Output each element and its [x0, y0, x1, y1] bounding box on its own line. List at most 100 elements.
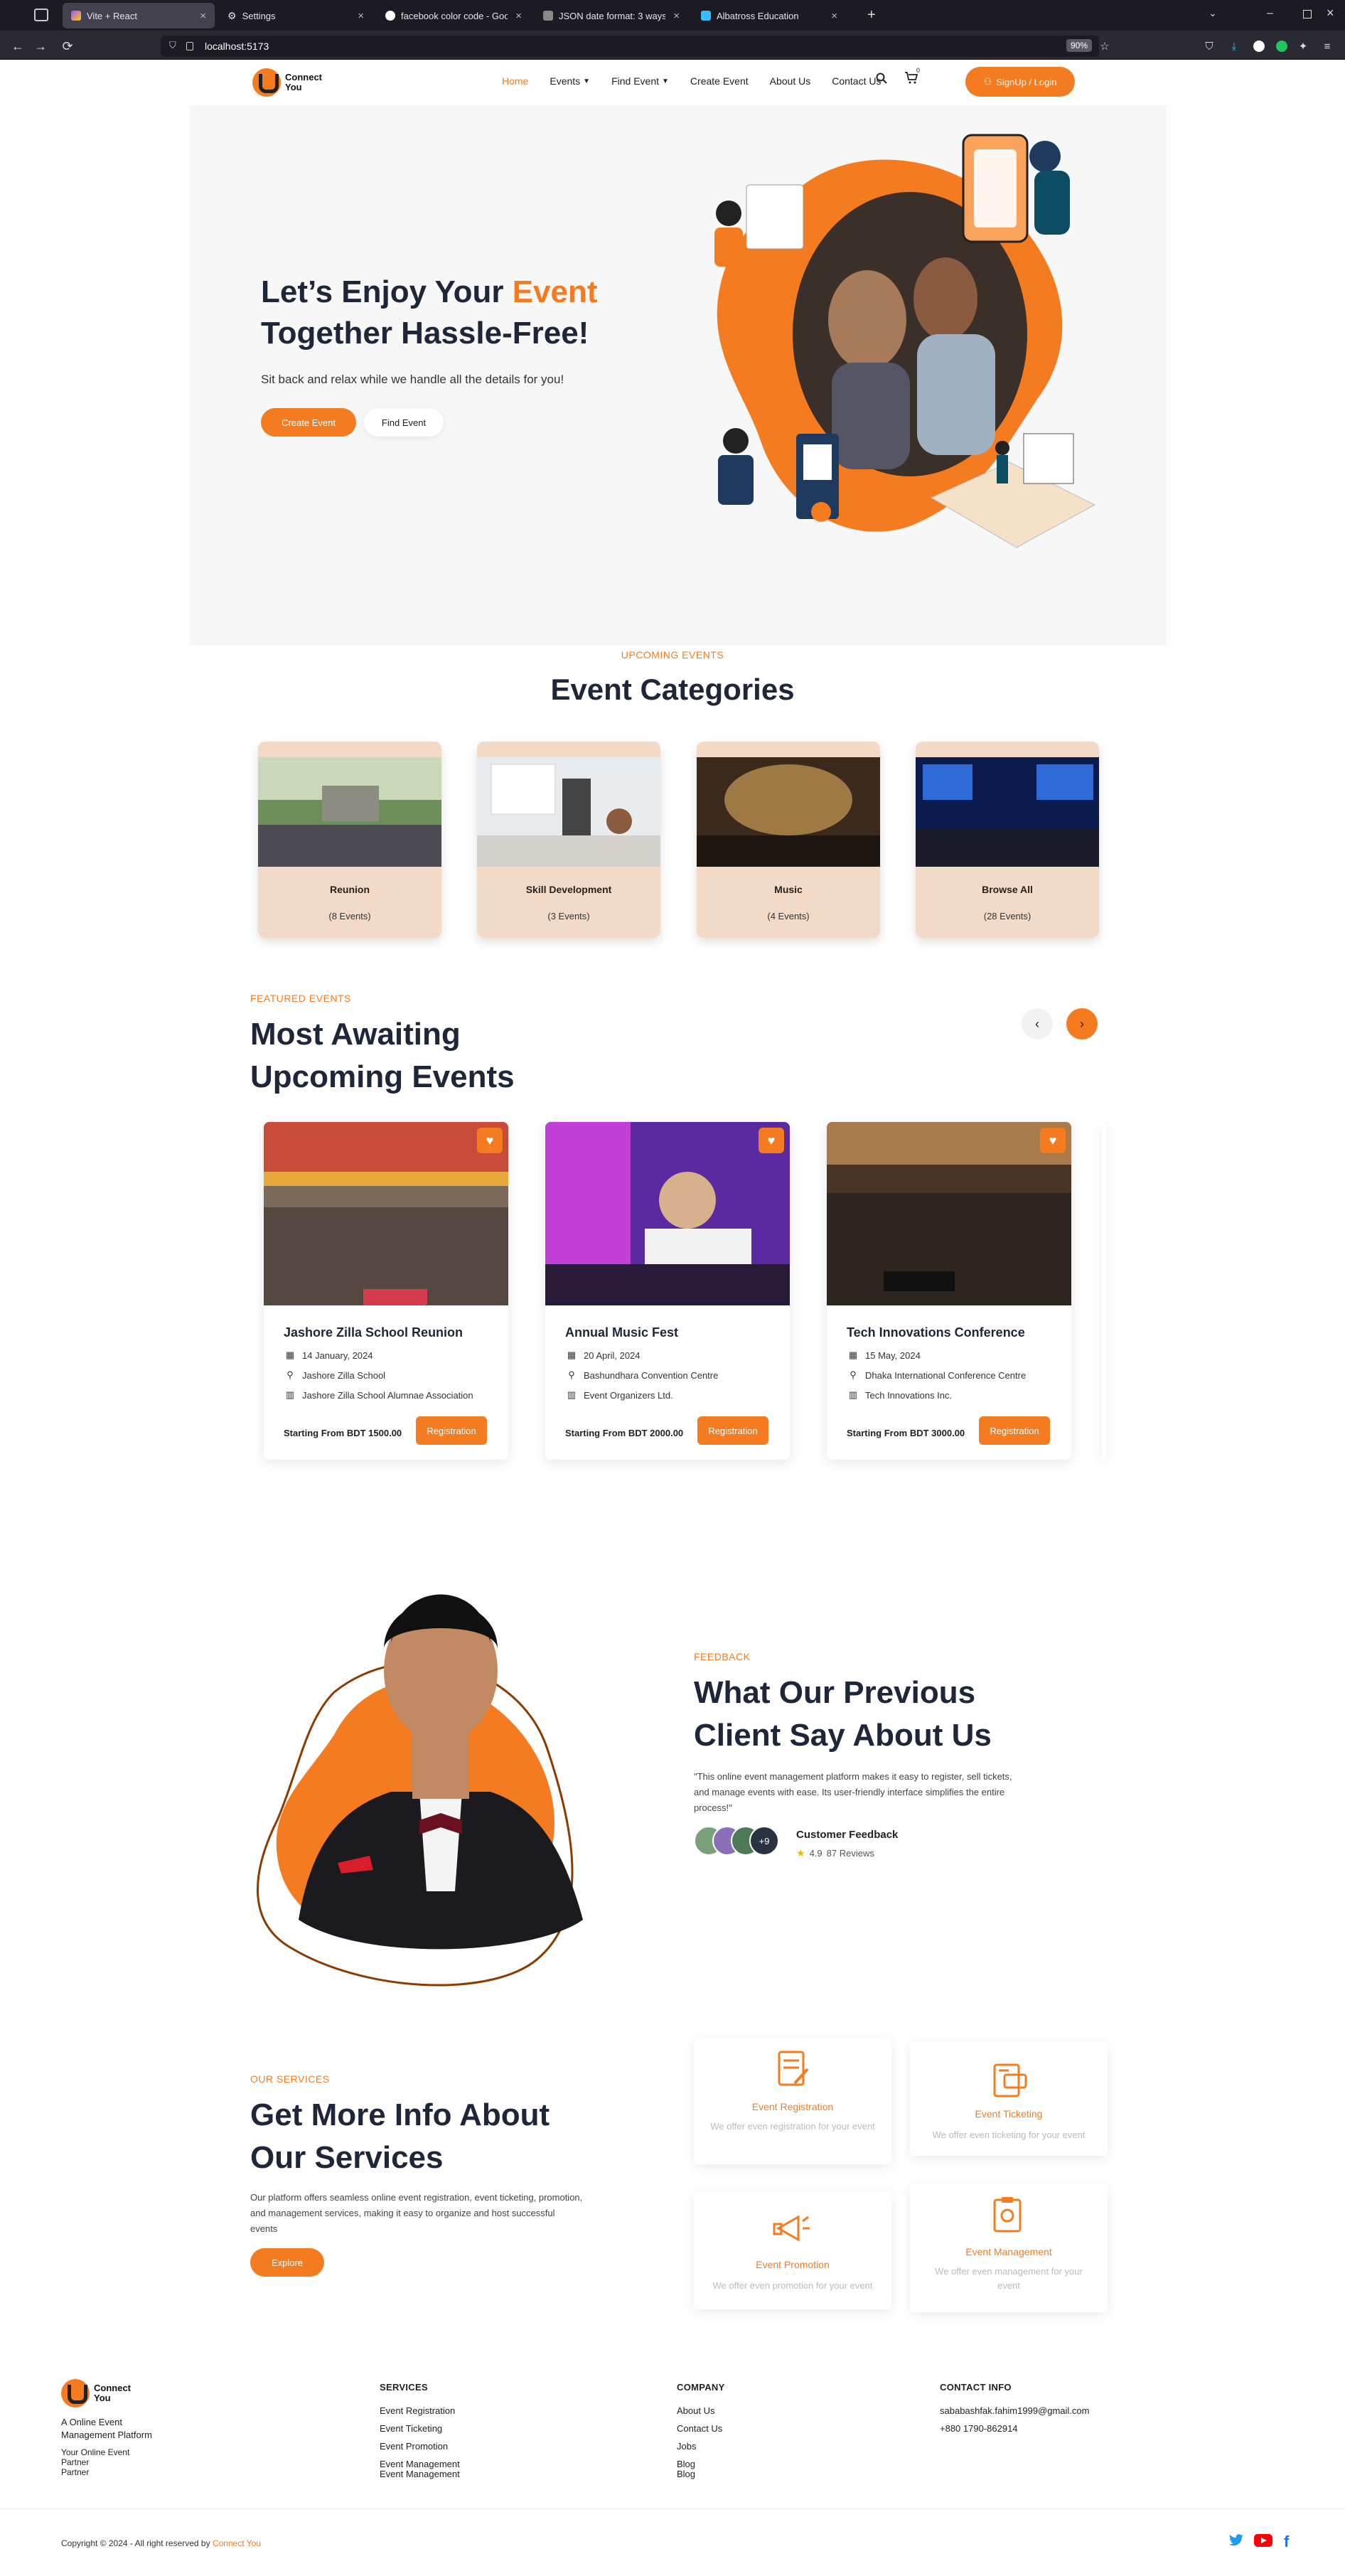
youtube-icon[interactable] — [1254, 2534, 1272, 2548]
footer-link[interactable]: Event Registration — [380, 2402, 460, 2420]
footer-link[interactable]: Jobs — [677, 2437, 722, 2455]
footer-link[interactable]: Contact Us — [677, 2420, 722, 2437]
albatross-icon — [701, 11, 711, 21]
event-date: ▦ 14 January, 2024 — [285, 1350, 373, 1361]
zoom-level[interactable]: 90% — [1066, 39, 1093, 52]
nav-home[interactable]: Home — [502, 75, 528, 87]
tab-list-icon[interactable] — [34, 9, 48, 21]
building-icon: ▥ — [848, 1389, 858, 1400]
category-card-music[interactable]: Music (4 Events) — [697, 742, 880, 938]
facebook-icon[interactable]: f — [1284, 2533, 1289, 2551]
footer-link[interactable]: Blog — [677, 2459, 722, 2469]
category-card-reunion[interactable]: Reunion (8 Events) — [258, 742, 441, 938]
address-bar[interactable]: ⛉ localhost:5173 — [161, 36, 1099, 57]
search-icon[interactable] — [876, 73, 887, 84]
url-text: localhost:5173 — [205, 41, 269, 52]
close-icon[interactable]: × — [200, 10, 206, 22]
forward-icon[interactable]: → — [31, 37, 50, 55]
close-icon[interactable]: × — [515, 10, 522, 22]
nav-events[interactable]: Events ▼ — [550, 75, 590, 87]
find-event-button[interactable]: Find Event — [364, 408, 444, 437]
footer-link[interactable]: Your Online Event — [61, 2447, 129, 2457]
close-icon[interactable]: × — [831, 10, 837, 22]
footer-email[interactable]: sababashfak.fahim1999@gmail.com — [940, 2402, 1089, 2420]
reload-icon[interactable]: ⟳ — [58, 37, 77, 55]
footer-left-links: Your Online Event Partner Partner — [61, 2447, 129, 2477]
footer-link[interactable]: Partner — [61, 2467, 129, 2477]
nav-contact-us[interactable]: Contact Us — [832, 75, 881, 87]
service-card-management[interactable]: Event Management We offer even managemen… — [910, 2184, 1108, 2312]
heart-icon[interactable]: ♥ — [1040, 1128, 1066, 1153]
footer-link[interactable]: About Us — [677, 2402, 722, 2420]
close-icon[interactable]: × — [358, 10, 364, 22]
service-title: Event Management — [965, 2246, 1052, 2257]
category-card-skill-development[interactable]: Skill Development (3 Events) — [477, 742, 660, 938]
nav-find-event[interactable]: Find Event ▼ — [611, 75, 669, 87]
registration-button[interactable]: Registration — [697, 1416, 768, 1445]
footer-link[interactable]: Partner — [61, 2457, 129, 2467]
service-card-promotion[interactable]: Event Promotion We offer even promotion … — [694, 2191, 891, 2309]
close-icon[interactable]: × — [673, 10, 680, 22]
footer-link[interactable]: Event Management — [380, 2469, 460, 2479]
tab-google[interactable]: facebook color code - Google S × — [377, 3, 530, 28]
bookmark-star-icon[interactable]: ☆ — [1097, 38, 1113, 54]
site-logo[interactable]: Connect You — [252, 68, 322, 97]
tab-json-date[interactable]: JSON date format: 3 ways to wo × — [535, 3, 688, 28]
event-location-text: Bashundhara Convention Centre — [584, 1369, 719, 1381]
registration-button[interactable]: Registration — [979, 1416, 1050, 1445]
carousel-next-button[interactable]: › — [1066, 1008, 1098, 1040]
back-icon[interactable]: ← — [9, 37, 27, 55]
nav-create-event[interactable]: Create Event — [690, 75, 749, 87]
nav-about-us[interactable]: About Us — [770, 75, 811, 87]
explore-button[interactable]: Explore — [250, 2248, 324, 2277]
category-card-browse-all[interactable]: Browse All (28 Events) — [916, 742, 1099, 938]
logo-mark-icon — [252, 68, 281, 97]
create-event-button[interactable]: Create Event — [261, 408, 356, 437]
featured-title-line2: Upcoming Events — [250, 1059, 515, 1094]
new-tab-button[interactable]: + — [867, 7, 876, 23]
event-card[interactable]: ♥ Annual Music Fest ▦ 20 April, 2024 ⚲ Bas… — [545, 1122, 790, 1460]
extension-icon[interactable] — [1274, 38, 1290, 54]
menu-icon[interactable]: ≡ — [1319, 38, 1335, 54]
tab-settings[interactable]: ⚙ Settings × — [219, 3, 373, 28]
footer-link[interactable]: Blog — [677, 2469, 722, 2479]
category-count: (8 Events) — [328, 911, 371, 921]
list-all-tabs-icon[interactable]: ⌄ — [1209, 7, 1217, 19]
footer-link[interactable]: Event Promotion — [380, 2437, 460, 2455]
event-title: Jashore Zilla School Reunion — [284, 1325, 463, 1340]
footer-link[interactable]: Event Management — [380, 2459, 460, 2469]
event-card[interactable]: ♥ Jashore Zilla School Reunion ▦ 14 Janua… — [264, 1122, 508, 1460]
event-organizer: ▥ Jashore Zilla School Alumnae Associatio… — [285, 1389, 473, 1401]
event-card[interactable]: ♥ Tech Innovations Conference ▦ 15 May, 2… — [827, 1122, 1071, 1460]
tab-albatross[interactable]: Albatross Education × — [692, 3, 846, 28]
megaphone-icon — [773, 2215, 810, 2242]
extensions-puzzle-icon[interactable]: ✦ — [1295, 38, 1311, 54]
downloads-icon[interactable]: ⤓ — [1226, 38, 1242, 54]
cart-icon[interactable]: 0 — [904, 67, 920, 85]
window-close-icon[interactable]: × — [1327, 6, 1334, 21]
feedback-quote: "This online event management platform m… — [694, 1771, 1012, 1813]
calendar-icon: ▦ — [567, 1350, 577, 1360]
maximize-icon[interactable] — [1303, 10, 1312, 18]
carousel-prev-button[interactable]: ‹ — [1022, 1008, 1053, 1040]
service-desc: We offer even management for your event — [935, 2266, 1083, 2291]
footer-link[interactable]: Event Ticketing — [380, 2420, 460, 2437]
pocket-icon[interactable]: ⛉ — [1201, 38, 1217, 54]
calendar-icon: ▦ — [285, 1350, 295, 1360]
minimize-icon[interactable]: – — [1267, 7, 1273, 20]
extension-icon[interactable] — [1251, 38, 1267, 54]
copyright-brand-link[interactable]: Connect You — [213, 2538, 261, 2548]
service-card-ticketing[interactable]: Event Ticketing We offer even ticketing … — [910, 2042, 1108, 2156]
event-date: ▦ 15 May, 2024 — [848, 1350, 921, 1361]
footer-logo[interactable]: Connect You — [61, 2379, 131, 2407]
next-card-peek — [1102, 1122, 1106, 1460]
registration-button[interactable]: Registration — [416, 1416, 487, 1445]
service-card-registration[interactable]: Event Registration We offer even registr… — [694, 2038, 891, 2164]
heart-icon[interactable]: ♥ — [759, 1128, 784, 1153]
twitter-icon[interactable] — [1228, 2534, 1244, 2548]
heart-icon[interactable]: ♥ — [477, 1128, 503, 1153]
tab-vite-react[interactable]: Vite + React × — [63, 3, 215, 28]
google-icon — [385, 11, 395, 21]
signup-login-button[interactable]: ⚇ SignUp / Login — [965, 67, 1075, 97]
services-title-line2: Our Services — [250, 2140, 444, 2175]
